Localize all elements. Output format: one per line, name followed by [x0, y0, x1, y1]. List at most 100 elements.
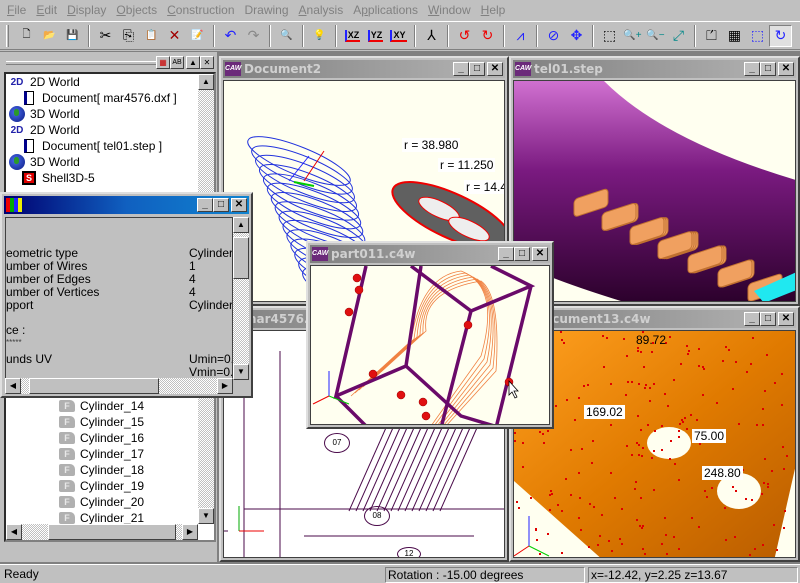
tree-item[interactable]: F Cylinder_19: [58, 478, 144, 494]
part011-viewport[interactable]: [310, 265, 550, 425]
scroll-thumb[interactable]: [29, 378, 159, 394]
paste-button[interactable]: 📋: [140, 25, 163, 47]
toolbar-grip[interactable]: [6, 24, 9, 47]
document2-titlebar[interactable]: CAW Document2 _ □ ✕: [223, 60, 505, 78]
tree-item[interactable]: F Cylinder_14: [58, 398, 144, 414]
delete-button[interactable]: ✕: [163, 25, 186, 47]
properties-horizontal-scrollbar[interactable]: ◀ ▶: [5, 378, 233, 394]
scroll-right-button[interactable]: ▶: [182, 524, 198, 540]
zoom-window-button[interactable]: ⬚: [598, 25, 621, 47]
scroll-up-button[interactable]: ▲: [198, 74, 214, 90]
menu-applications[interactable]: Applications: [348, 3, 423, 17]
part011-window[interactable]: CAW part011.c4w _ □ ✕: [306, 241, 554, 429]
tree-collapse-button[interactable]: ▲: [186, 56, 200, 69]
scroll-left-button[interactable]: ◀: [5, 378, 21, 394]
open-folder-button[interactable]: 📂: [38, 25, 61, 47]
property-name: umber of Wires: [6, 259, 88, 273]
tree-item[interactable]: 2D 2D World: [8, 122, 80, 138]
zoom-out-button[interactable]: 🔍−: [644, 25, 667, 47]
document13-viewport[interactable]: 89.72 169.02 75.00 248.80: [513, 330, 796, 558]
minimize-button[interactable]: _: [498, 247, 514, 261]
menu-objects[interactable]: Objects: [111, 3, 162, 17]
tree-item[interactable]: Document[ mar4576.dxf ]: [20, 90, 177, 106]
part011-titlebar[interactable]: CAW part011.c4w _ □ ✕: [310, 245, 550, 263]
save-button[interactable]: 💾: [61, 25, 84, 47]
menu-edit[interactable]: Edit: [31, 3, 62, 17]
menu-file[interactable]: File: [2, 3, 31, 17]
tree-label-button[interactable]: AB: [170, 56, 184, 69]
perspective-button[interactable]: ⩘: [509, 25, 532, 47]
tree-item[interactable]: 2D 2D World: [8, 74, 80, 90]
close-button[interactable]: ✕: [778, 62, 794, 76]
menu-drawing[interactable]: Drawing: [240, 3, 294, 17]
close-button[interactable]: ✕: [532, 247, 548, 261]
minimize-button[interactable]: _: [744, 62, 760, 76]
undo-button[interactable]: ↶: [219, 25, 242, 47]
minimize-button[interactable]: _: [744, 312, 760, 326]
menu-help[interactable]: Help: [476, 3, 511, 17]
rotate-left-button[interactable]: ↺: [453, 25, 476, 47]
scroll-down-button[interactable]: ▼: [233, 364, 249, 380]
maximize-button[interactable]: □: [213, 198, 229, 212]
minimize-button[interactable]: _: [197, 198, 213, 212]
tree-horizontal-scrollbar[interactable]: ◀ ▶: [6, 524, 198, 540]
maximize-button[interactable]: □: [760, 312, 776, 326]
tree-item[interactable]: S Shell3D-5: [20, 170, 95, 186]
view-xy-button[interactable]: XY: [387, 25, 410, 47]
tree-item[interactable]: F Cylinder_20: [58, 494, 144, 510]
properties-titlebar[interactable]: _ □ ✕: [4, 196, 249, 214]
properties-vertical-scrollbar[interactable]: ▲ ▼: [233, 217, 249, 380]
minimize-button[interactable]: _: [453, 62, 469, 76]
menu-construction[interactable]: Construction: [162, 3, 239, 17]
tree-color-button[interactable]: ▦: [156, 56, 170, 69]
scroll-right-button[interactable]: ▶: [217, 378, 233, 394]
zoom-fit-button[interactable]: ⤢: [667, 25, 690, 47]
view-axes-button[interactable]: ⅄: [420, 25, 443, 47]
scroll-up-button[interactable]: ▲: [233, 217, 249, 233]
scroll-left-button[interactable]: ◀: [6, 524, 22, 540]
workplane-button[interactable]: ⏍: [700, 25, 723, 47]
maximize-button[interactable]: □: [760, 62, 776, 76]
menu-window[interactable]: Window: [423, 3, 476, 17]
view-yz-button[interactable]: YZ: [364, 25, 387, 47]
tree-item[interactable]: F Cylinder_16: [58, 430, 144, 446]
tree-item[interactable]: Document[ tel01.step ]: [20, 138, 162, 154]
view-xz-button[interactable]: XZ: [341, 25, 364, 47]
new-document-button[interactable]: 🗋: [15, 25, 38, 47]
scroll-thumb[interactable]: [233, 237, 249, 279]
document13-titlebar[interactable]: CAW Document13.c4w _ □ ✕: [513, 310, 796, 328]
tree-close-button[interactable]: ✕: [200, 56, 214, 69]
close-button[interactable]: ✕: [487, 62, 503, 76]
tree-item[interactable]: F Cylinder_15: [58, 414, 144, 430]
cut-button[interactable]: ✂: [94, 25, 117, 47]
tree-item[interactable]: 3D World: [8, 154, 80, 170]
close-button[interactable]: ✕: [231, 198, 247, 212]
tree-item[interactable]: F Cylinder_18: [58, 462, 144, 478]
maximize-button[interactable]: □: [514, 247, 530, 261]
scroll-thumb[interactable]: [48, 524, 176, 540]
rotate-right-button[interactable]: ↻: [476, 25, 499, 47]
grid-button[interactable]: ▦: [723, 25, 746, 47]
pan-button[interactable]: ✥: [565, 25, 588, 47]
zoom-in-button[interactable]: 🔍+: [621, 25, 644, 47]
properties-window[interactable]: _ □ ✕ eometric type Cylinder umber of Wire…: [0, 192, 253, 398]
tel01-titlebar[interactable]: CAW tel01.step _ □ ✕: [513, 60, 796, 78]
scroll-down-button[interactable]: ▼: [198, 508, 214, 524]
menu-display[interactable]: Display: [62, 3, 111, 17]
menu-analysis[interactable]: Analysis: [294, 3, 349, 17]
tree-pane-grip[interactable]: [6, 61, 156, 65]
tree-item[interactable]: 3D World: [8, 106, 80, 122]
orbit-button[interactable]: ⊘: [542, 25, 565, 47]
copy-button[interactable]: ⎘: [117, 25, 140, 47]
dimension-label: 89.72: [636, 333, 667, 347]
properties-button[interactable]: 📝: [186, 25, 209, 47]
tel01-viewport[interactable]: [513, 80, 796, 302]
maximize-button[interactable]: □: [469, 62, 485, 76]
light-button[interactable]: 💡: [308, 25, 331, 47]
redo-button[interactable]: ↷: [242, 25, 265, 47]
close-button[interactable]: ✕: [778, 312, 794, 326]
dynamic-rotate-button[interactable]: ↻: [769, 24, 792, 47]
selection-box-button[interactable]: ⬚: [746, 25, 769, 47]
tree-item[interactable]: F Cylinder_17: [58, 446, 144, 462]
find-button[interactable]: 🔍: [275, 25, 298, 47]
